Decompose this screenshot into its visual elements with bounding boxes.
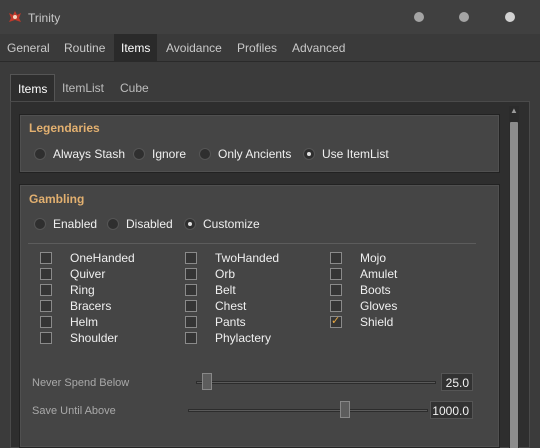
checkbox-onehanded[interactable] — [40, 252, 52, 264]
checkbox-orb-label: Orb — [215, 267, 236, 281]
checkbox-phylactery[interactable] — [185, 332, 197, 344]
never-spend-below-track[interactable] — [196, 381, 436, 384]
checkbox-pants[interactable] — [185, 316, 197, 328]
checkbox-boots-label: Boots — [360, 283, 391, 297]
radio-always-stash-label: Always Stash — [53, 147, 126, 161]
maximize-button[interactable] — [459, 12, 469, 22]
checkbox-twohanded[interactable] — [185, 252, 197, 264]
scroll-up-arrow-icon[interactable]: ▲ — [510, 106, 518, 115]
checkbox-shoulder[interactable] — [40, 332, 52, 344]
radio-use-itemlist[interactable] — [303, 148, 315, 160]
checkbox-shield-label: Shield — [360, 315, 394, 329]
checkbox-amulet-label: Amulet — [360, 267, 398, 281]
save-until-above-label: Save Until Above — [32, 405, 116, 417]
checkbox-twohanded-label: TwoHanded — [215, 251, 280, 265]
never-spend-below-thumb[interactable] — [202, 373, 212, 390]
radio-customize[interactable] — [184, 218, 196, 230]
gambling-title: Gambling — [29, 192, 85, 206]
checkbox-mojo[interactable] — [330, 252, 342, 264]
never-spend-below-value[interactable]: 25.0 — [441, 373, 473, 391]
checkbox-belt-label: Belt — [215, 283, 236, 297]
subtab-itemlist[interactable]: ItemList — [55, 74, 111, 102]
radio-customize-label: Customize — [203, 217, 260, 231]
checkbox-chest[interactable] — [185, 300, 197, 312]
checkbox-boots[interactable] — [330, 284, 342, 296]
checkbox-helm[interactable] — [40, 316, 52, 328]
checkbox-phylactery-label: Phylactery — [215, 331, 272, 345]
separator — [28, 243, 476, 244]
close-button[interactable] — [505, 12, 515, 22]
checkbox-chest-label: Chest — [215, 299, 247, 313]
tab-advanced[interactable]: Advanced — [285, 34, 352, 62]
save-until-above-thumb[interactable] — [340, 401, 350, 418]
checkbox-belt[interactable] — [185, 284, 197, 296]
radio-enabled-label: Enabled — [53, 217, 98, 231]
radio-disabled[interactable] — [107, 218, 119, 230]
checkbox-orb[interactable] — [185, 268, 197, 280]
radio-always-stash[interactable] — [34, 148, 46, 160]
radio-ignore-label: Ignore — [152, 147, 187, 161]
main-tab-bar: General Routine Items Avoidance Profiles… — [0, 34, 540, 62]
save-until-above-track[interactable] — [188, 409, 428, 412]
checkbox-onehanded-label: OneHanded — [70, 251, 135, 265]
minimize-button[interactable] — [414, 12, 424, 22]
radio-use-itemlist-label: Use ItemList — [322, 147, 389, 161]
never-spend-below-label: Never Spend Below — [32, 377, 130, 389]
tab-general[interactable]: General — [0, 34, 57, 62]
checkbox-shoulder-label: Shoulder — [70, 331, 119, 345]
save-until-above-value[interactable]: 1000.0 — [430, 401, 473, 419]
radio-disabled-label: Disabled — [126, 217, 173, 231]
checkbox-gloves-label: Gloves — [360, 299, 398, 313]
checkbox-amulet[interactable] — [330, 268, 342, 280]
checkbox-bracers[interactable] — [40, 300, 52, 312]
checkbox-mojo-label: Mojo — [360, 251, 387, 265]
tab-routine[interactable]: Routine — [57, 34, 112, 62]
checkbox-gloves[interactable] — [330, 300, 342, 312]
radio-enabled[interactable] — [34, 218, 46, 230]
window-title: Trinity — [28, 11, 61, 25]
checkbox-shield[interactable] — [330, 314, 342, 328]
checkbox-quiver-label: Quiver — [70, 267, 106, 281]
radio-ignore[interactable] — [133, 148, 145, 160]
checkbox-bracers-label: Bracers — [70, 299, 112, 313]
checkbox-ring-label: Ring — [70, 283, 95, 297]
subtab-cube[interactable]: Cube — [113, 74, 156, 102]
tab-profiles[interactable]: Profiles — [230, 34, 284, 62]
checkbox-helm-label: Helm — [70, 315, 99, 329]
checkbox-quiver[interactable] — [40, 268, 52, 280]
radio-only-ancients[interactable] — [199, 148, 211, 160]
tab-avoidance[interactable]: Avoidance — [159, 34, 229, 62]
radio-only-ancients-label: Only Ancients — [218, 147, 292, 161]
checkbox-ring[interactable] — [40, 284, 52, 296]
checkbox-pants-label: Pants — [215, 315, 246, 329]
vertical-scrollbar[interactable]: ▲ — [509, 106, 519, 448]
title-bar: Trinity — [0, 0, 540, 34]
trinity-logo-icon — [9, 11, 21, 22]
scrollbar-thumb[interactable] — [510, 122, 518, 448]
tab-items[interactable]: Items — [114, 34, 158, 62]
subtab-items[interactable]: Items — [10, 74, 56, 102]
legendaries-title: Legendaries — [29, 121, 100, 135]
